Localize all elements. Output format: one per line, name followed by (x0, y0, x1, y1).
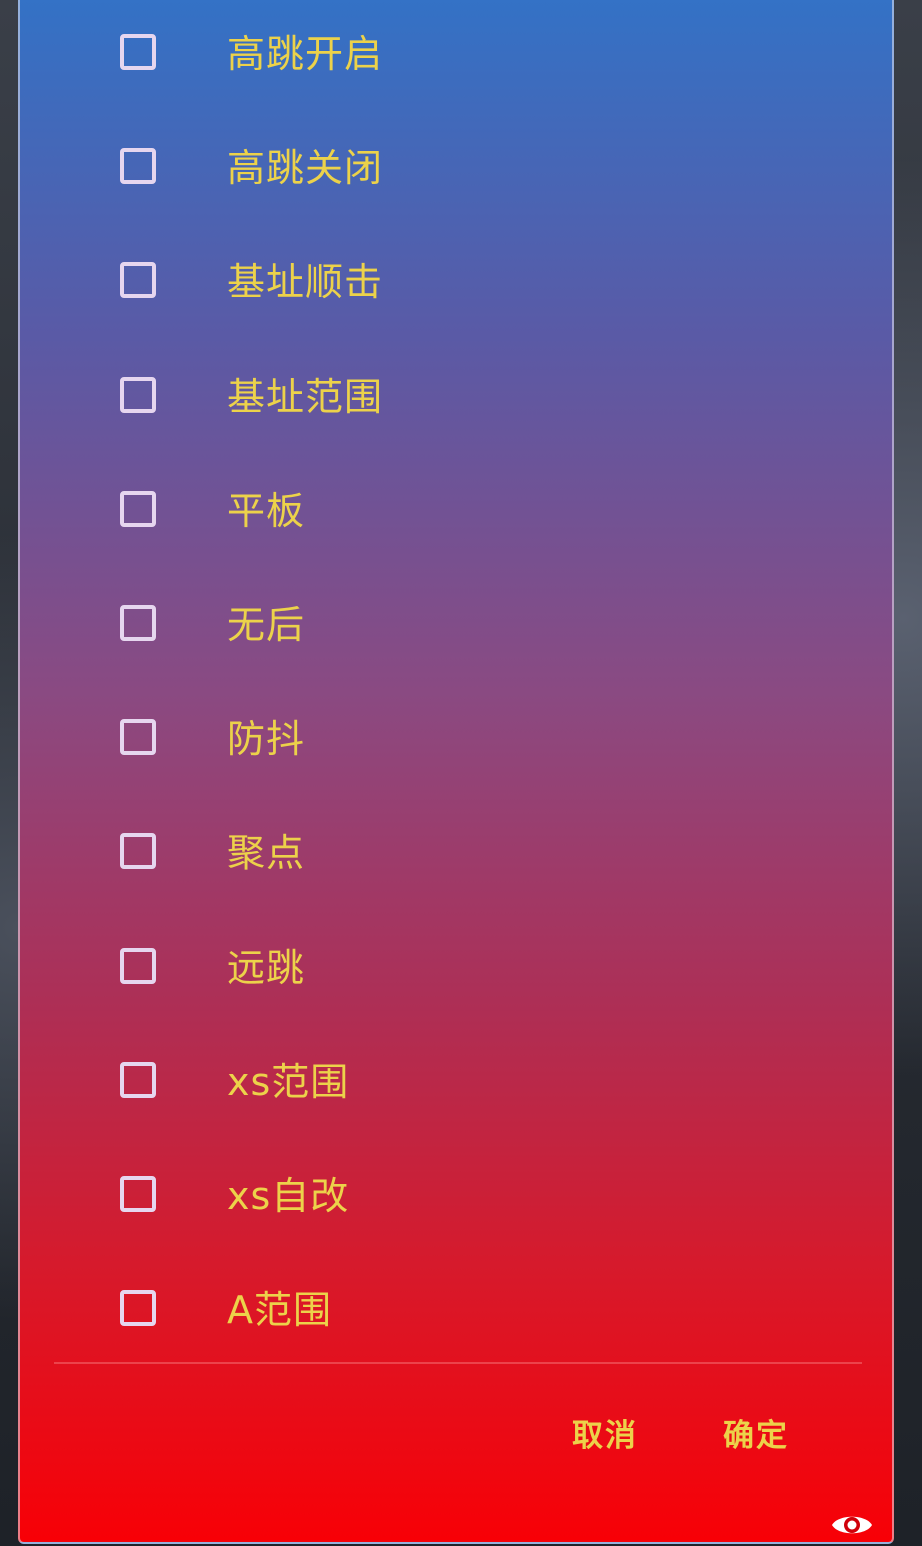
option-row-10[interactable]: xs自改 (20, 1144, 892, 1258)
option-label: 基址范围 (227, 374, 384, 419)
checkbox[interactable] (120, 1061, 156, 1098)
option-row-4[interactable]: 平板 (20, 459, 892, 573)
option-label: 平板 (227, 488, 306, 533)
option-row-5[interactable]: 无后 (20, 573, 892, 687)
checkbox[interactable] (120, 148, 156, 185)
option-label: A范围 (227, 1288, 332, 1333)
option-row-2[interactable]: 基址顺击 (20, 230, 892, 344)
option-label: 聚点 (227, 831, 306, 876)
cancel-button[interactable]: 取消 (572, 1416, 638, 1456)
checkbox[interactable] (120, 376, 156, 413)
option-label: 高跳关闭 (227, 146, 384, 191)
checkbox[interactable] (120, 34, 156, 71)
option-row-7[interactable]: 聚点 (20, 801, 892, 915)
confirm-button[interactable]: 确定 (723, 1416, 789, 1456)
option-row-0[interactable]: 高跳开启 (20, 2, 892, 116)
checkbox[interactable] (120, 262, 156, 299)
divider (54, 1362, 862, 1364)
option-label: 高跳开启 (227, 32, 384, 77)
option-row-6[interactable]: 防抖 (20, 687, 892, 801)
option-row-9[interactable]: xs范围 (20, 1030, 892, 1144)
option-label: xs范围 (227, 1059, 350, 1104)
checkbox[interactable] (120, 1290, 156, 1327)
option-row-1[interactable]: 高跳关闭 (20, 116, 892, 230)
option-label: xs自改 (227, 1173, 350, 1218)
eye-icon[interactable] (830, 1510, 874, 1540)
checkbox[interactable] (120, 605, 156, 642)
option-list: 高跳开启 高跳关闭 基址顺击 基址范围 平板 无后 防抖 聚点 远跳 xs范围 … (20, 2, 892, 1372)
option-row-11[interactable]: A范围 (20, 1258, 892, 1372)
checkbox[interactable] (120, 719, 156, 756)
option-label: 防抖 (227, 717, 306, 762)
option-row-8[interactable]: 远跳 (20, 916, 892, 1030)
eye-icon-svg (832, 1516, 872, 1534)
option-label: 远跳 (227, 945, 306, 990)
checkbox[interactable] (120, 947, 156, 984)
checkbox[interactable] (120, 490, 156, 527)
option-label: 无后 (227, 603, 306, 648)
checkbox[interactable] (120, 1175, 156, 1212)
multi-choice-dialog: 高跳开启 高跳关闭 基址顺击 基址范围 平板 无后 防抖 聚点 远跳 xs范围 … (18, 0, 894, 1544)
checkbox[interactable] (120, 833, 156, 870)
option-label: 基址顺击 (227, 260, 384, 305)
option-row-3[interactable]: 基址范围 (20, 345, 892, 459)
